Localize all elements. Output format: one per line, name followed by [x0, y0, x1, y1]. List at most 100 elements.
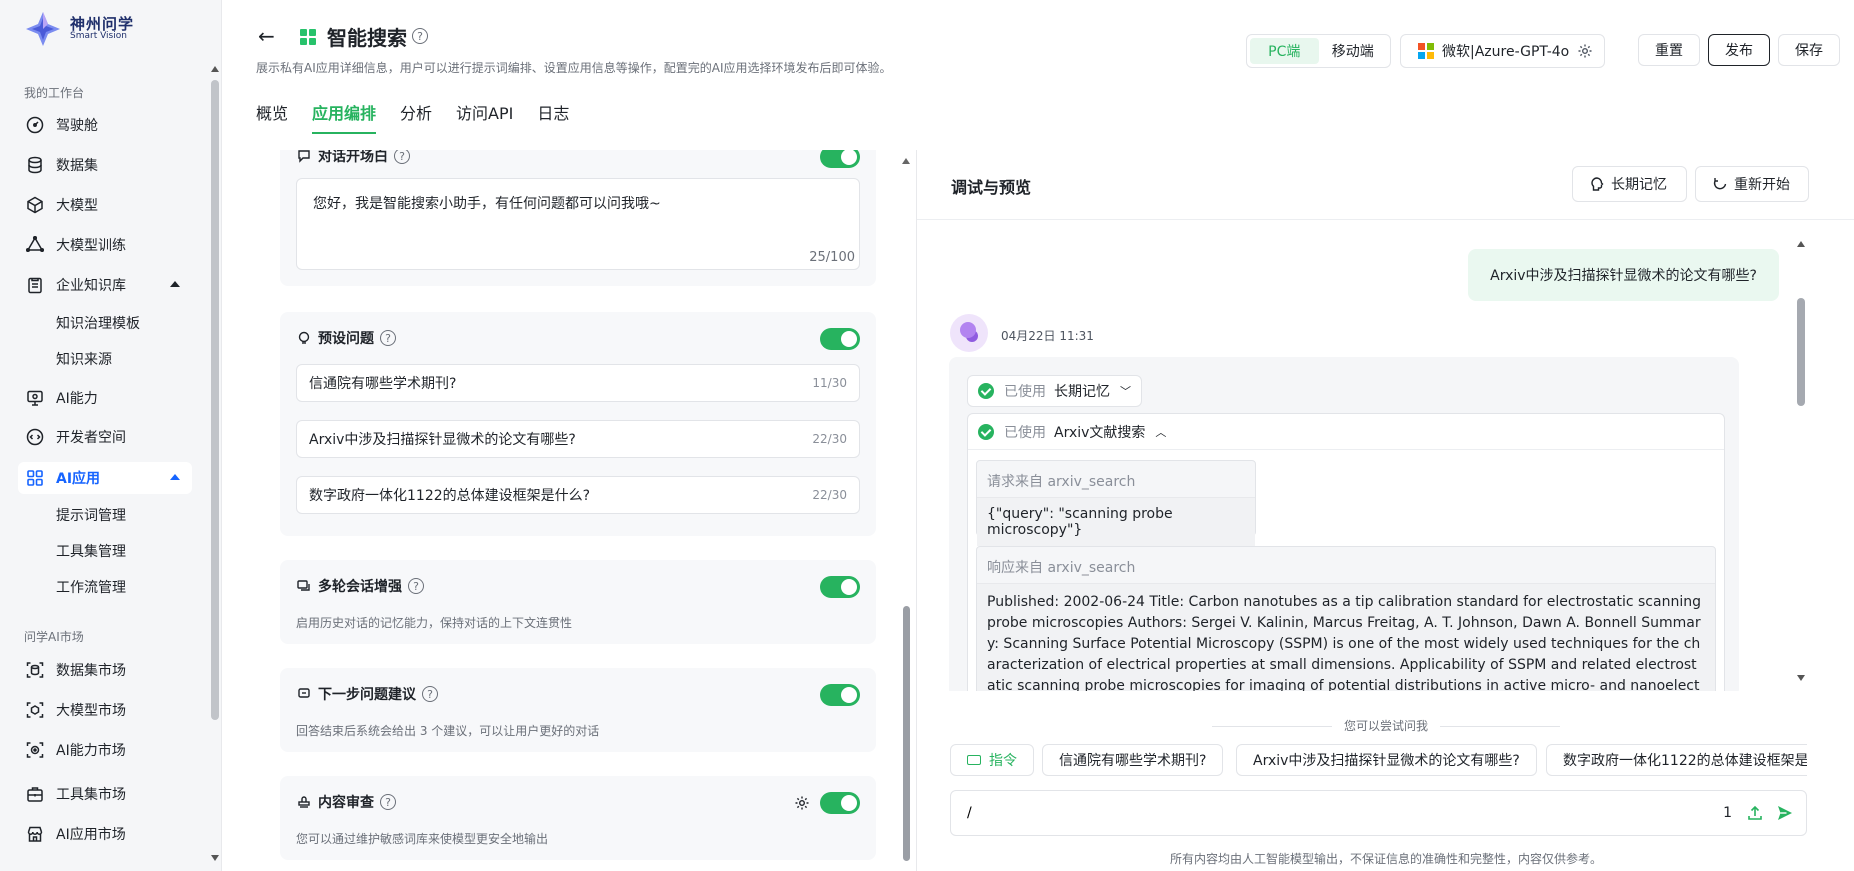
tool-usage-arxiv-header[interactable]: 已使用 Arxiv文献搜索 ︿	[968, 414, 1724, 450]
sidebar-subitem-prompt-management[interactable]: 提示词管理	[56, 505, 126, 525]
sidebar-subitem-toolset-management[interactable]: 工具集管理	[56, 541, 126, 561]
content-moderation-toggle[interactable]	[820, 792, 860, 814]
sidebar-item-cockpit[interactable]: 驾驶舱	[18, 109, 192, 141]
chat-bubble-icon	[296, 150, 312, 164]
page-description: 展示私有AI应用详细信息，用户可以进行提示词编排、设置应用信息等操作，配置完的A…	[256, 61, 892, 75]
platform-pc-option[interactable]: PC端	[1250, 38, 1319, 64]
sidebar-item-knowledge-base[interactable]: 企业知识库	[18, 269, 192, 301]
model-selector[interactable]: 微软|Azure-GPT-4o	[1400, 34, 1605, 68]
multi-turn-title: 多轮会话增强 ?	[296, 576, 424, 596]
content-moderation-description: 您可以通过维护敏感词库来使模型更安全地输出	[296, 832, 549, 846]
sidebar-item-dataset-market[interactable]: 数据集市场	[18, 654, 192, 686]
send-icon[interactable]	[1776, 804, 1794, 822]
sidebar-subitem-knowledge-source[interactable]: 知识来源	[56, 349, 112, 369]
sidebar-item-model-training[interactable]: 大模型训练	[18, 229, 192, 261]
main-tabs: 概览 应用编排 分析 访问API 日志	[256, 100, 593, 134]
suggestion-chip[interactable]: 信通院有哪些学术期刊?	[1042, 744, 1224, 776]
sidebar-item-ai-capability[interactable]: AI能力	[18, 382, 192, 414]
sidebar-item-model-market[interactable]: 大模型市场	[18, 694, 192, 726]
sidebar-scrollbar[interactable]	[210, 64, 220, 869]
sidebar-item-ai-capability-market[interactable]: AI能力市场	[18, 734, 192, 766]
preset-question-input[interactable]: 数字政府一体化1122的总体建设框架是什么? 22/30	[296, 476, 860, 514]
scroll-up-arrow-icon[interactable]	[1797, 241, 1805, 247]
gear-icon[interactable]	[794, 795, 810, 811]
scroll-down-arrow-icon[interactable]	[211, 855, 219, 861]
tool-request-label: 请求来自 arxiv_search	[987, 474, 1136, 490]
brand-logo[interactable]: 神州问学 Smart Vision	[24, 10, 134, 48]
database-icon	[26, 156, 44, 174]
preset-questions-toggle[interactable]	[820, 328, 860, 350]
sidebar-item-label: 工具集市场	[56, 787, 126, 803]
sidebar-item-datasets[interactable]: 数据集	[18, 149, 192, 181]
scroll-thumb[interactable]	[903, 606, 910, 861]
gear-icon[interactable]	[1577, 43, 1593, 59]
tab-app-orchestration[interactable]: 应用编排	[312, 100, 377, 134]
ai-disclaimer: 所有内容均由人工智能模型输出，不保证信息的准确性和完整性，内容仅供参考。	[1169, 852, 1602, 866]
sidebar-item-label: 开发者空间	[56, 430, 126, 446]
refresh-icon	[1712, 176, 1728, 192]
save-button[interactable]: 保存	[1778, 34, 1840, 66]
sidebar-subitem-knowledge-template[interactable]: 知识治理模板	[56, 313, 140, 333]
bot-message: 已使用 长期记忆 ﹀ 已使用 Arxiv文献搜索 ︿ 请求来自 arxiv_se…	[949, 357, 1739, 691]
help-icon[interactable]: ?	[422, 686, 438, 702]
scroll-up-arrow-icon[interactable]	[211, 66, 219, 72]
chat-input[interactable]	[967, 805, 1724, 821]
sidebar-item-ai-apps[interactable]: AI应用	[18, 462, 192, 494]
reset-button[interactable]: 重置	[1638, 34, 1700, 66]
multi-turn-toggle[interactable]	[820, 576, 860, 598]
tab-overview[interactable]: 概览	[256, 100, 288, 134]
chat-history-icon	[296, 578, 312, 594]
sidebar-item-label: 大模型市场	[56, 703, 126, 719]
scroll-up-arrow-icon[interactable]	[902, 158, 910, 164]
tool-usage-memory[interactable]: 已使用 长期记忆 ﹀	[967, 375, 1142, 407]
opening-statement-textarea[interactable]: 您好，我是智能搜索小助手，有任何问题都可以问我哦~ 25/100	[296, 178, 860, 270]
char-counter: 22/30	[812, 432, 847, 446]
chat-area: Arxiv中涉及扫描探针显微术的论文有哪些? 04月22日 11:31 已使用 …	[917, 221, 1854, 691]
command-chip[interactable]: 指令	[950, 744, 1034, 776]
tab-logs[interactable]: 日志	[537, 100, 569, 134]
dashboard-icon	[26, 116, 44, 134]
config-scrollbar[interactable]	[900, 150, 912, 871]
opening-statement-toggle[interactable]	[820, 150, 860, 168]
upload-icon[interactable]	[1746, 804, 1764, 822]
check-circle-icon	[978, 383, 994, 399]
scan-database-icon	[26, 661, 44, 679]
restart-button[interactable]: 重新开始	[1695, 166, 1809, 202]
check-circle-icon	[978, 423, 994, 440]
help-icon[interactable]: ?	[394, 150, 410, 164]
scroll-down-arrow-icon[interactable]	[1797, 675, 1805, 681]
help-icon[interactable]: ?	[408, 578, 424, 594]
sidebar-item-ai-app-market[interactable]: AI应用市场	[18, 818, 192, 850]
message-timestamp: 04月22日 11:31	[1001, 329, 1094, 343]
suggestion-chip[interactable]: 数字政府一体化1122的总体建设框架是什么?	[1546, 744, 1807, 776]
model-name: 微软|Azure-GPT-4o	[1442, 44, 1570, 60]
sidebar-item-toolset-market[interactable]: 工具集市场	[18, 778, 192, 810]
back-arrow-icon[interactable]: ←	[258, 26, 275, 46]
help-icon[interactable]: ?	[380, 330, 396, 346]
platform-mobile-option[interactable]: 移动端	[1319, 38, 1388, 64]
sidebar-item-developer-space[interactable]: 开发者空间	[18, 421, 192, 453]
tab-api-access[interactable]: 访问API	[456, 100, 513, 134]
next-suggestion-title: 下一步问题建议 ?	[296, 684, 438, 704]
next-suggestion-toggle[interactable]	[820, 684, 860, 706]
help-icon[interactable]: ?	[412, 28, 428, 44]
help-icon[interactable]: ?	[380, 794, 396, 810]
chat-input-bar: 1	[950, 790, 1807, 836]
long-term-memory-button[interactable]: 长期记忆	[1572, 166, 1687, 202]
tab-analytics[interactable]: 分析	[400, 100, 432, 134]
sidebar-item-label: 企业知识库	[56, 278, 126, 294]
publish-button[interactable]: 发布	[1708, 34, 1770, 66]
scroll-thumb[interactable]	[1797, 298, 1805, 406]
content-moderation-card: 内容审查 ? 您可以通过维护敏感词库来使模型更安全地输出	[280, 776, 876, 860]
sidebar: 神州问学 Smart Vision 我的工作台 驾驶舱 数据集 大模型 大模型训…	[0, 0, 222, 871]
preset-question-input[interactable]: 信通院有哪些学术期刊? 11/30	[296, 364, 860, 402]
sidebar-item-models[interactable]: 大模型	[18, 189, 192, 221]
sidebar-subitem-workflow-management[interactable]: 工作流管理	[56, 577, 126, 597]
sidebar-item-label: AI应用市场	[56, 827, 126, 843]
suggestion-chip[interactable]: Arxiv中涉及扫描探针显微术的论文有哪些?	[1236, 744, 1537, 776]
scroll-thumb[interactable]	[211, 80, 219, 720]
chat-scrollbar[interactable]	[1795, 241, 1807, 681]
char-counter: 11/30	[812, 376, 847, 390]
preset-question-input[interactable]: Arxiv中涉及扫描探针显微术的论文有哪些? 22/30	[296, 420, 860, 458]
chevron-up-icon	[170, 281, 180, 287]
